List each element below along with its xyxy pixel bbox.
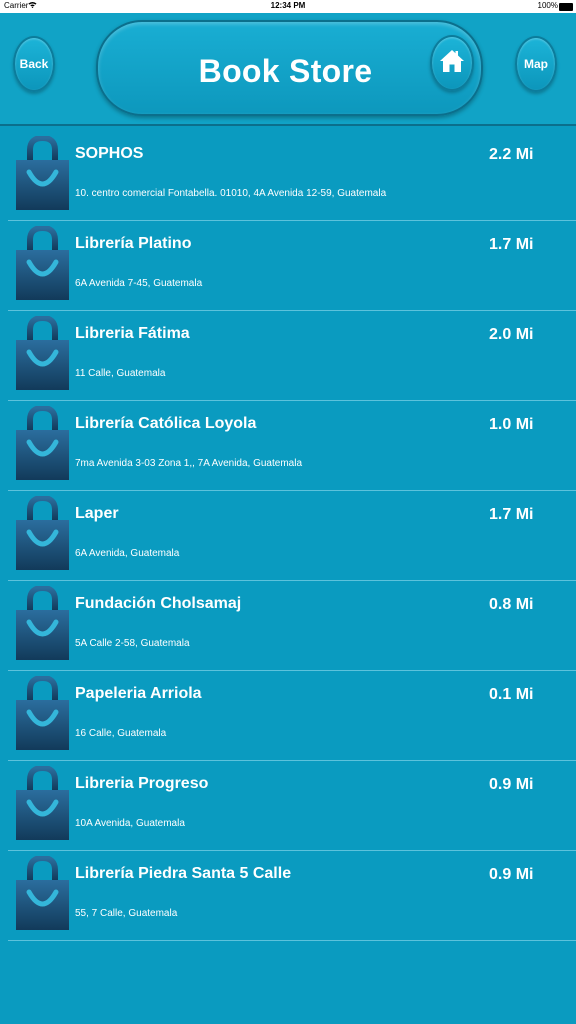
store-list: SOPHOS 10. centro comercial Fontabella. 0… — [0, 131, 576, 941]
store-distance: 0.9 Mi — [489, 776, 534, 793]
store-name: Fundación Cholsamaj — [75, 595, 242, 612]
store-name: Libreria Fátima — [75, 325, 190, 342]
shopping-bag-icon — [14, 494, 71, 572]
store-address: 7ma Avenida 3-03 Zona 1,, 7A Avenida, Gu… — [75, 458, 303, 469]
home-button[interactable] — [430, 35, 474, 91]
store-distance: 0.8 Mi — [489, 596, 534, 613]
shopping-bag-icon — [14, 404, 71, 482]
store-distance: 1.0 Mi — [489, 416, 534, 433]
list-item[interactable]: Libreria Fátima 11 Calle, Guatemala 2.0 Mi — [8, 311, 576, 401]
store-name: Librería Piedra Santa 5 Calle — [75, 865, 292, 882]
list-item[interactable]: SOPHOS 10. centro comercial Fontabella. 0… — [8, 131, 576, 221]
list-item[interactable]: Librería Platino 6A Avenida 7-45, Guatema… — [8, 221, 576, 311]
shopping-bag-icon — [14, 584, 71, 662]
store-address: 11 Calle, Guatemala — [75, 368, 166, 379]
store-name: Papeleria Arriola — [75, 685, 202, 702]
shopping-bag-icon — [14, 674, 71, 752]
list-item[interactable]: Librería Católica Loyola 7ma Avenida 3-03… — [8, 401, 576, 491]
shopping-bag-icon — [14, 854, 71, 932]
shopping-bag-icon — [14, 224, 71, 302]
store-distance: 0.1 Mi — [489, 686, 534, 703]
store-address: 16 Calle, Guatemala — [75, 728, 167, 739]
list-item[interactable]: Libreria Progreso 10A Avenida, Guatemala 0… — [8, 761, 576, 851]
map-button-label: Map — [524, 57, 548, 71]
title-pill: Book Store — [96, 20, 483, 116]
status-time: 12:34 PM — [270, 1, 306, 10]
home-icon — [439, 48, 465, 79]
header-bar: Back Book Store Map — [0, 13, 576, 126]
store-address: 10A Avenida, Guatemala — [75, 818, 185, 829]
store-distance: 1.7 Mi — [489, 236, 534, 253]
battery-percent: 100% — [537, 1, 558, 10]
shopping-bag-icon — [14, 314, 71, 392]
map-button[interactable]: Map — [515, 36, 557, 92]
page-title: Book Store — [198, 53, 373, 89]
store-address: 55, 7 Calle, Guatemala — [75, 908, 178, 919]
store-name: Laper — [75, 505, 119, 522]
store-distance: 2.2 Mi — [489, 146, 534, 163]
store-distance: 2.0 Mi — [489, 326, 534, 343]
store-distance: 1.7 Mi — [489, 506, 534, 523]
list-item[interactable]: Fundación Cholsamaj 5A Calle 2-58, Guatem… — [8, 581, 576, 671]
store-address: 6A Avenida 7-45, Guatemala — [75, 278, 203, 289]
store-name: Librería Católica Loyola — [75, 415, 257, 432]
list-item[interactable]: Laper 6A Avenida, Guatemala 1.7 Mi — [8, 491, 576, 581]
shopping-bag-icon — [14, 134, 71, 212]
store-address: 10. centro comercial Fontabella. 01010, … — [75, 188, 387, 199]
store-address: 6A Avenida, Guatemala — [75, 548, 180, 559]
back-button-label: Back — [19, 57, 49, 71]
status-bar: Carrier 12:34 PM 100% — [0, 0, 576, 13]
store-name: Libreria Progreso — [75, 775, 209, 792]
store-distance: 0.9 Mi — [489, 866, 534, 883]
list-item[interactable]: Librería Piedra Santa 5 Calle 55, 7 Calle… — [8, 851, 576, 941]
store-name: SOPHOS — [75, 145, 144, 162]
store-name: Librería Platino — [75, 235, 192, 252]
back-button[interactable]: Back — [13, 36, 55, 92]
shopping-bag-icon — [14, 764, 71, 842]
store-address: 5A Calle 2-58, Guatemala — [75, 638, 190, 649]
list-item[interactable]: Papeleria Arriola 16 Calle, Guatemala 0.1 … — [8, 671, 576, 761]
battery-icon — [559, 3, 573, 11]
